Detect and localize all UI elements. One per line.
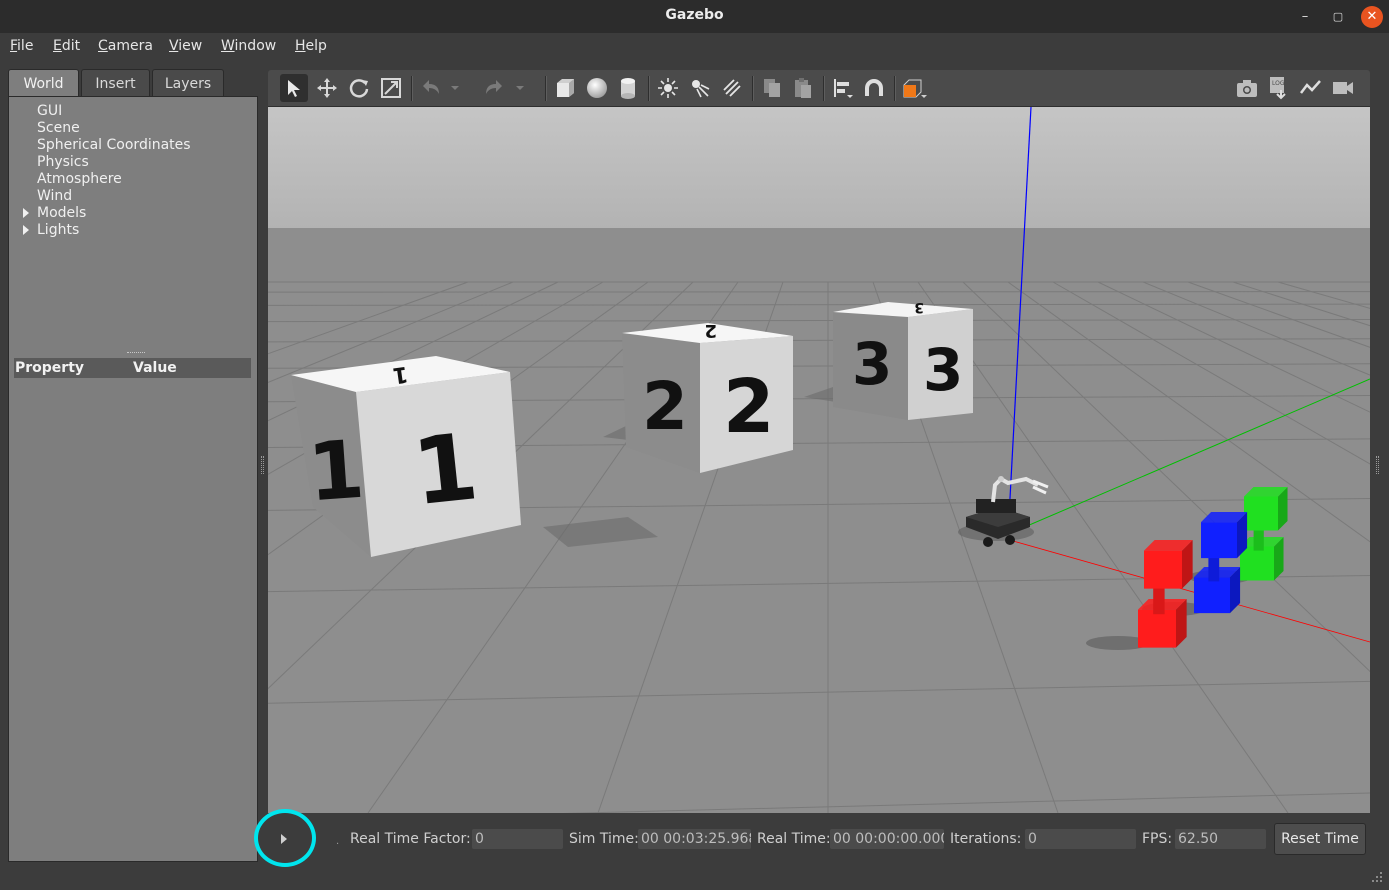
sphere-icon[interactable] xyxy=(583,74,611,102)
panel-splitter[interactable] xyxy=(127,352,145,354)
menu-help[interactable]: Help xyxy=(295,38,327,54)
tree-item-gui[interactable]: GUI xyxy=(9,103,257,120)
tree-item-atmosphere[interactable]: Atmosphere xyxy=(9,171,257,188)
sim-time-label: Sim Time: xyxy=(569,831,639,847)
sky-background xyxy=(268,107,1370,228)
tree-item-lights[interactable]: Lights xyxy=(9,222,257,239)
menu-bar: File Edit Camera View Window Help xyxy=(0,33,1389,61)
tree-item-models[interactable]: Models xyxy=(9,205,257,222)
right-splitter-handle[interactable] xyxy=(1376,456,1379,474)
tree-item-physics[interactable]: Physics xyxy=(9,154,257,171)
resize-grip-icon[interactable] xyxy=(1370,870,1384,884)
tree-item-scene[interactable]: Scene xyxy=(9,120,257,137)
menu-window[interactable]: Window xyxy=(221,38,276,54)
property-column-header: Property xyxy=(15,360,85,376)
tree-item-label: Wind xyxy=(37,188,73,204)
gazebo-window: Gazebo – ▢ ✕ File Edit Camera View Windo… xyxy=(0,0,1389,890)
box-top-label: 2 xyxy=(704,320,717,341)
tree-item-spherical-coordinates[interactable]: Spherical Coordinates xyxy=(9,137,257,154)
title-bar: Gazebo – ▢ ✕ xyxy=(0,0,1389,33)
box-face-label: 1 xyxy=(408,413,483,526)
tree-item-label: Physics xyxy=(37,154,89,170)
view-angle-icon[interactable] xyxy=(900,74,928,102)
translate-icon[interactable] xyxy=(313,74,341,102)
select-icon[interactable] xyxy=(280,74,308,102)
real-time-factor-label: Real Time Factor: xyxy=(350,831,471,847)
tab-layers[interactable]: Layers xyxy=(152,69,224,97)
real-time-factor-field: 0 xyxy=(472,829,563,849)
play-button-highlight xyxy=(254,809,316,867)
menu-camera[interactable]: Camera xyxy=(98,38,153,54)
tree-item-label: Lights xyxy=(37,222,80,238)
tree-item-label: Spherical Coordinates xyxy=(37,137,191,153)
world-tree: GUI Scene Spherical Coordinates Physics … xyxy=(9,103,257,239)
paste-icon[interactable] xyxy=(789,74,817,102)
tree-item-label: Atmosphere xyxy=(37,171,122,187)
box-icon[interactable] xyxy=(551,74,579,102)
spot-light-icon[interactable] xyxy=(686,74,714,102)
sim-time-field: 00 00:03:25.968 xyxy=(638,829,751,849)
menu-file[interactable]: File xyxy=(10,38,33,54)
svg-text:LOG: LOG xyxy=(1272,80,1285,87)
property-table-header: Property Value xyxy=(14,358,251,378)
box-face-label: 2 xyxy=(723,364,775,450)
tree-item-label: GUI xyxy=(37,103,63,119)
3d-viewport[interactable]: 3 3 3 2 2 2 1 1 1 xyxy=(268,107,1370,813)
tab-insert[interactable]: Insert xyxy=(81,69,150,97)
scale-icon[interactable] xyxy=(377,74,405,102)
scene-render[interactable]: 3 3 3 2 2 2 1 1 1 xyxy=(268,107,1370,813)
close-button[interactable]: ✕ xyxy=(1361,6,1383,28)
cylinder-icon[interactable] xyxy=(614,74,642,102)
iterations-label: Iterations: xyxy=(950,831,1022,847)
directional-light-icon[interactable] xyxy=(718,74,746,102)
tree-item-label: Models xyxy=(37,205,87,221)
align-icon[interactable] xyxy=(829,74,857,102)
scene-toolbar: LOG xyxy=(268,70,1370,107)
expand-arrow-icon[interactable] xyxy=(23,208,29,218)
minimize-button[interactable]: – xyxy=(1294,6,1316,28)
expand-arrow-icon[interactable] xyxy=(23,225,29,235)
fps-field: 62.50 xyxy=(1175,829,1266,849)
fps-label: FPS: xyxy=(1142,831,1173,847)
undo-dropdown-icon[interactable] xyxy=(448,74,462,102)
window-title: Gazebo xyxy=(665,7,724,23)
plot-icon[interactable] xyxy=(1297,74,1325,102)
maximize-button[interactable]: ▢ xyxy=(1327,6,1349,28)
box-top-label: 3 xyxy=(914,299,924,315)
box-face-label: 2 xyxy=(642,368,688,445)
rotate-icon[interactable] xyxy=(345,74,373,102)
menu-view[interactable]: View xyxy=(169,38,202,54)
copy-icon[interactable] xyxy=(758,74,786,102)
left-splitter-handle[interactable] xyxy=(261,456,264,474)
box-face-label: 1 xyxy=(305,423,367,520)
redo-dropdown-icon[interactable] xyxy=(513,74,527,102)
log-icon[interactable]: LOG xyxy=(1265,74,1293,102)
video-record-icon[interactable] xyxy=(1329,74,1357,102)
tree-item-wind[interactable]: Wind xyxy=(9,188,257,205)
real-time-field: 00 00:00:00.000 xyxy=(830,829,944,849)
menu-edit[interactable]: Edit xyxy=(53,38,80,54)
real-time-label: Real Time: xyxy=(757,831,831,847)
redo-icon[interactable] xyxy=(480,74,508,102)
status-dot: . xyxy=(336,836,340,847)
screenshot-icon[interactable] xyxy=(1233,74,1261,102)
undo-icon[interactable] xyxy=(417,74,445,102)
snap-icon[interactable] xyxy=(860,74,888,102)
reset-time-button[interactable]: Reset Time xyxy=(1274,823,1366,855)
tab-world[interactable]: World xyxy=(8,69,79,97)
world-panel: GUI Scene Spherical Coordinates Physics … xyxy=(8,96,258,862)
box-face-label: 3 xyxy=(852,330,892,398)
value-column-header: Value xyxy=(133,360,177,376)
box-face-label: 3 xyxy=(923,336,963,404)
iterations-field: 0 xyxy=(1025,829,1136,849)
tree-item-label: Scene xyxy=(37,120,80,136)
point-light-icon[interactable] xyxy=(654,74,682,102)
